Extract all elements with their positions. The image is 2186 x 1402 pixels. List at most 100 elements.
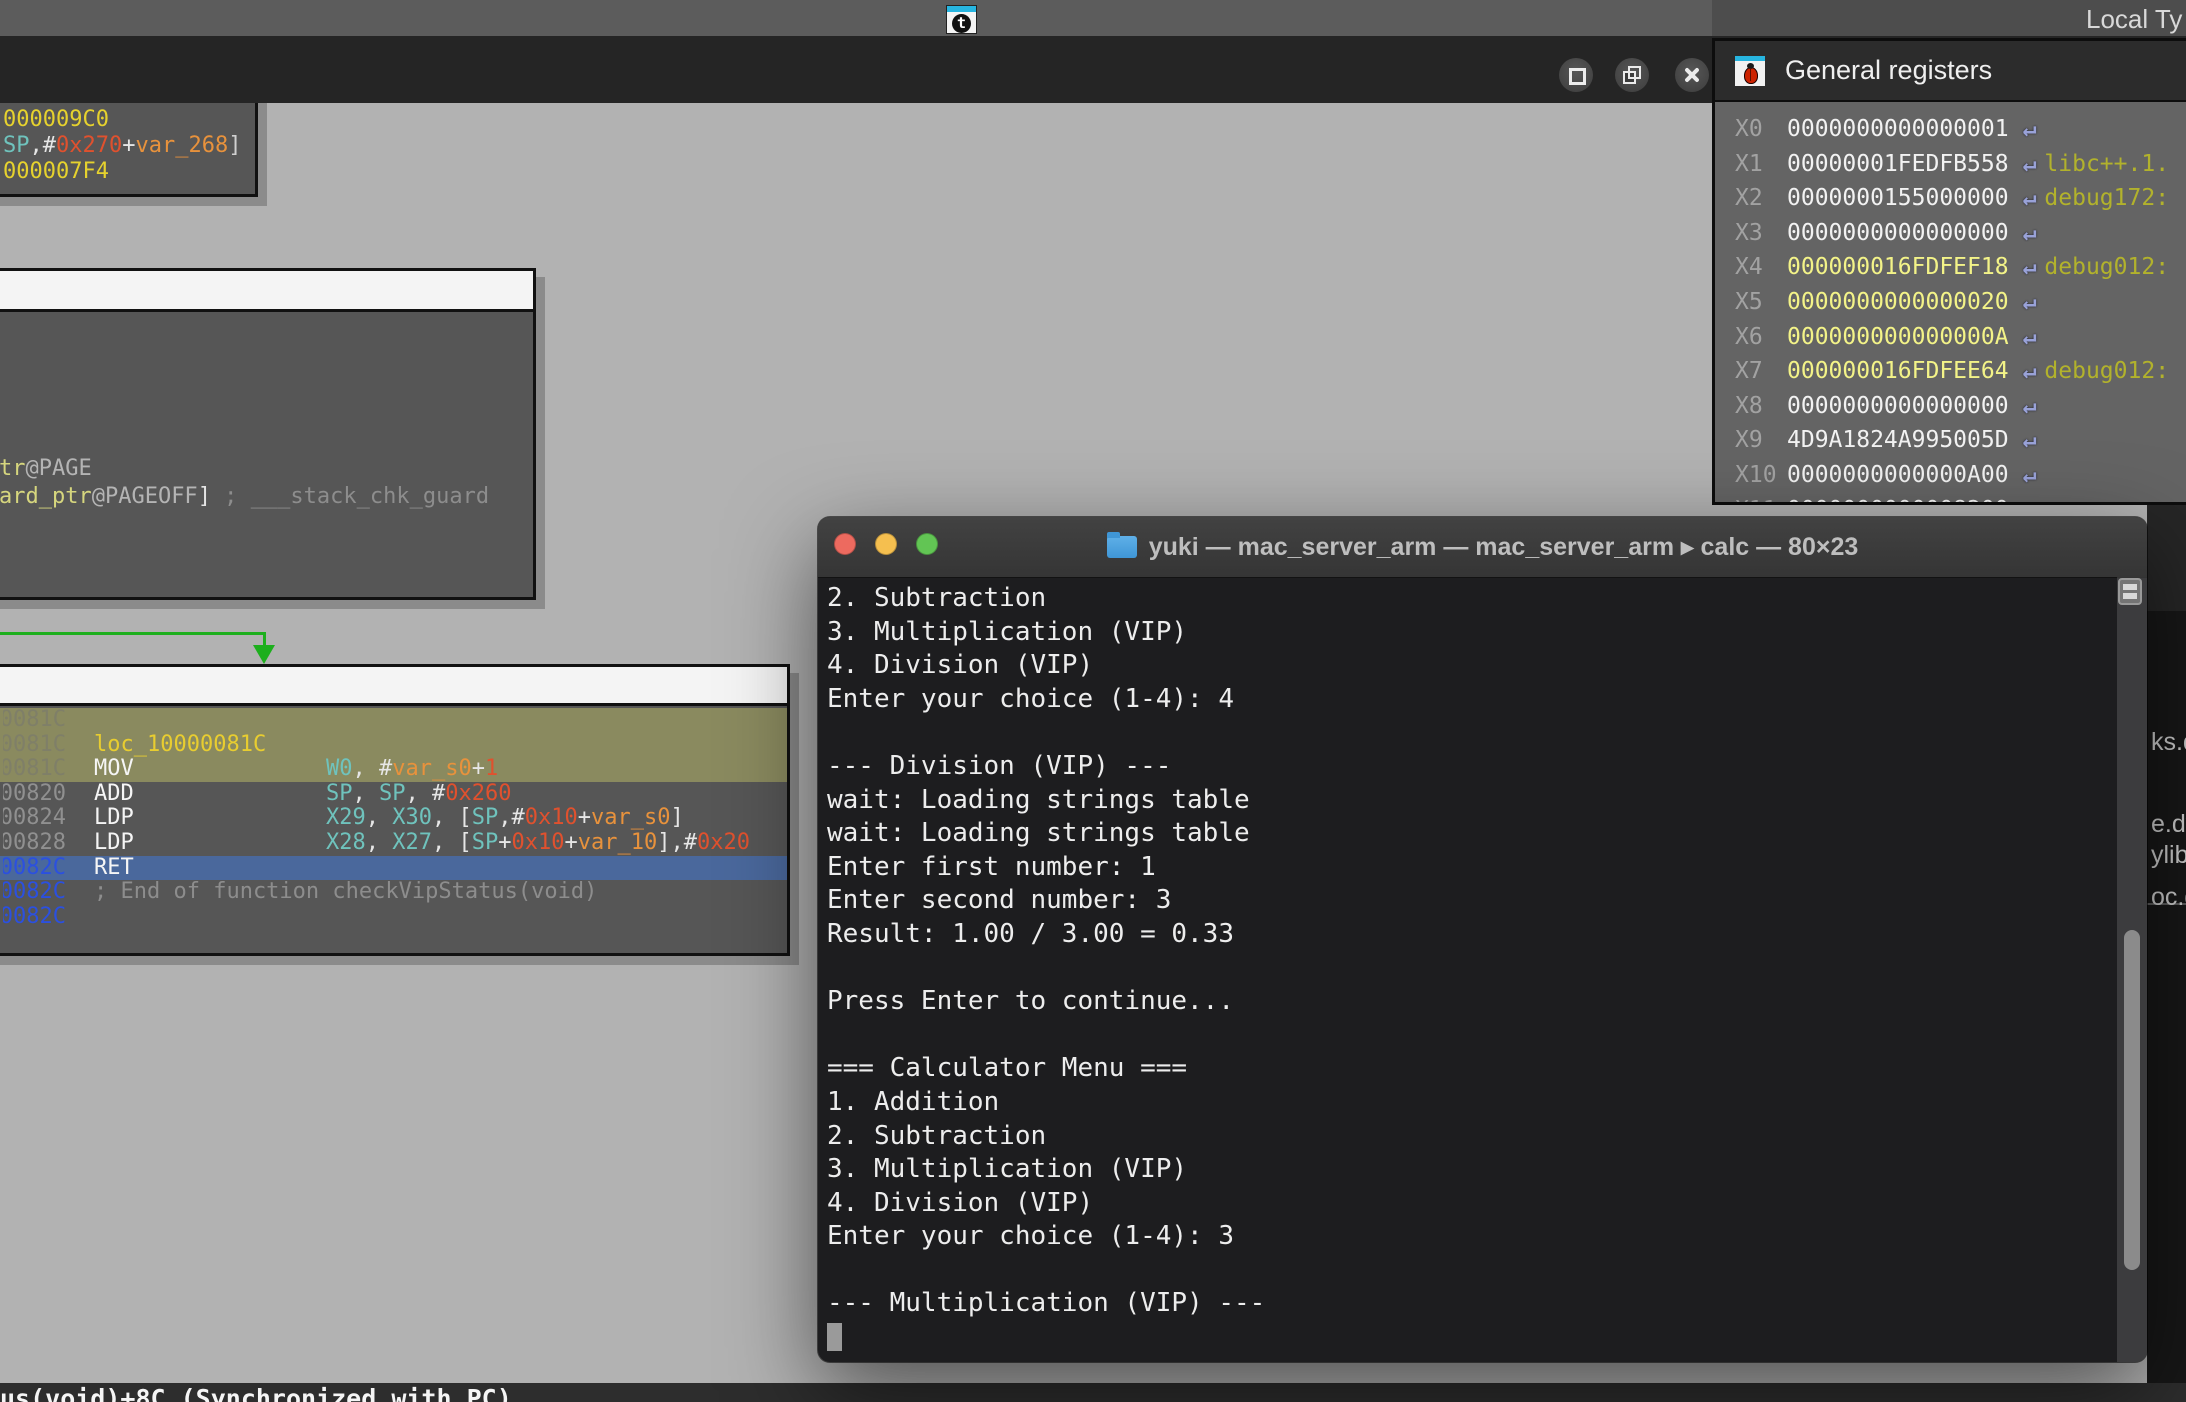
registers-header[interactable]: General registers — [1715, 41, 2186, 102]
terminal-settings-icon[interactable] — [2118, 578, 2142, 605]
node-a-body: 0, X5000009C0SP,#0x270+var_268]000007F4 — [3, 103, 255, 185]
terminal-line: 3. Multiplication (VIP) — [827, 616, 1265, 650]
return-arrow-icon: ↵ — [2023, 427, 2037, 453]
register-row[interactable]: X100000000000000A00↵ — [1715, 458, 2186, 493]
asm-row[interactable]: 00081C — [0, 708, 787, 733]
terminal-line: Enter your choice (1-4): 3 — [827, 1220, 1265, 1254]
module-name-fragment: e.dy — [2151, 810, 2186, 839]
terminal-line: 3. Multiplication (VIP) — [827, 1153, 1265, 1187]
return-arrow-icon: ↵ — [2023, 497, 2037, 505]
return-arrow-icon: ↵ — [2023, 254, 2037, 280]
terminal-line: --- Division (VIP) --- — [827, 750, 1265, 784]
register-row[interactable]: X94D9A1824A995005D↵ — [1715, 423, 2186, 458]
terminal-title: yuki — mac_server_arm — mac_server_arm ▸… — [818, 517, 2147, 577]
screen: t Local Ty 0, X5000009C0SP,#0x270+var_26… — [0, 0, 2186, 1402]
register-row[interactable]: X30000000000000000↵ — [1715, 216, 2186, 251]
asm-line[interactable]: 000009C0 — [3, 107, 255, 133]
terminal-line: === Calculator Menu === — [827, 1052, 1265, 1086]
graph-status-bar: us(void)+8C (Synchronized with PC) — [0, 1383, 2186, 1402]
terminal-line — [827, 1321, 1265, 1355]
terminal-line — [827, 952, 1265, 986]
return-arrow-icon: ↵ — [2023, 151, 2037, 177]
asm-row[interactable]: 00081CMOVW0, #var_s0+1 — [0, 757, 787, 782]
terminal-lines: 2. Subtraction3. Multiplication (VIP)4. … — [827, 582, 1265, 1355]
graph-node-a[interactable]: 0, X5000009C0SP,#0x270+var_268]000007F4 — [0, 103, 258, 197]
module-name-fragment: ylib — [2151, 841, 2186, 870]
debug-bug-icon — [1735, 56, 1765, 86]
graph-edge-green — [0, 632, 266, 635]
return-arrow-icon: ↵ — [2023, 324, 2037, 350]
module-name-fragment: oc.d — [2151, 883, 2186, 912]
tab-icon-letter: t — [952, 14, 971, 33]
register-row[interactable]: X80000000000000000↵ — [1715, 389, 2186, 424]
graph-edge-arrowhead-icon — [253, 645, 275, 664]
terminal-line: 2. Subtraction — [827, 1120, 1265, 1154]
terminal-line: Result: 1.00 / 3.00 = 0.33 — [827, 918, 1265, 952]
terminal-line: 4. Division (VIP) — [827, 1187, 1265, 1221]
register-row[interactable]: X50000000000000020↵ — [1715, 285, 2186, 320]
registers-title: General registers — [1785, 55, 1992, 86]
terminal-line: --- Multiplication (VIP) --- — [827, 1287, 1265, 1321]
terminal-cursor — [827, 1323, 842, 1351]
asm-line[interactable]: ard_ptr@PAGEOFF] ; ___stack_chk_guard — [0, 483, 533, 511]
status-text: us(void)+8C (Synchronized with PC) — [0, 1384, 512, 1402]
register-row[interactable]: X4000000016FDFEF18↵debug012: — [1715, 250, 2186, 285]
terminal-titlebar[interactable]: yuki — mac_server_arm — mac_server_arm ▸… — [818, 517, 2147, 578]
restore-button[interactable] — [1615, 58, 1649, 92]
terminal-line: wait: Loading strings table — [827, 817, 1265, 851]
asm-row[interactable]: 000824LDPX29, X30, [SP,#0x10+var_s0] — [0, 806, 787, 831]
terminal-line: 1. Addition — [827, 1086, 1265, 1120]
registers-list: X00000000000000001↵X100000001FEDFB558↵li… — [1715, 102, 2186, 505]
tab-local-types[interactable]: Local Ty — [2086, 4, 2182, 35]
terminal-scrollbar-thumb[interactable] — [2124, 930, 2140, 1270]
modules-panel: ks.d e.dyylib oc.d — [2147, 505, 2186, 1383]
return-arrow-icon: ↵ — [2023, 358, 2037, 384]
terminal-line — [827, 716, 1265, 750]
asm-row[interactable]: 000828LDPX28, X27, [SP+0x10+var_10],#0x2… — [0, 831, 787, 856]
return-arrow-icon: ↵ — [2023, 393, 2037, 419]
terminal-line: wait: Loading strings table — [827, 784, 1265, 818]
terminal-line — [827, 1254, 1265, 1288]
register-row[interactable]: X100000001FEDFB558↵libc++.1. — [1715, 147, 2186, 182]
asm-row[interactable]: 00082C; End of function checkVipStatus(v… — [0, 880, 787, 905]
graph-node-c[interactable]: 00081C00081Cloc_10000081C00081CMOVW0, #v… — [0, 664, 790, 956]
terminal-body[interactable]: 2. Subtraction3. Multiplication (VIP)4. … — [818, 577, 2147, 1362]
node-c-body: 00081C00081Cloc_10000081C00081CMOVW0, #v… — [0, 706, 787, 929]
node-c-header[interactable] — [0, 667, 787, 706]
node-b-header[interactable] — [0, 271, 533, 312]
return-arrow-icon: ↵ — [2023, 289, 2037, 315]
register-row[interactable]: X00000000000000001↵ — [1715, 112, 2186, 147]
graph-edge-green-stub — [263, 632, 266, 646]
maximize-button[interactable] — [1559, 58, 1593, 92]
return-arrow-icon: ↵ — [2023, 116, 2037, 142]
close-button[interactable] — [1675, 58, 1709, 92]
register-row[interactable]: X110000000000008200↵ — [1715, 493, 2186, 505]
asm-row[interactable]: 00082C — [0, 905, 787, 930]
terminal-line — [827, 1019, 1265, 1053]
return-arrow-icon: ↵ — [2023, 220, 2037, 246]
asm-line[interactable]: SP,#0x270+var_268] — [3, 133, 255, 159]
register-row[interactable]: X20000000155000000↵debug172: — [1715, 181, 2186, 216]
graph-node-b[interactable]: tr@PAGEard_ptr@PAGEOFF] ; ___stack_chk_g… — [0, 268, 536, 600]
register-row[interactable]: X6000000000000000A↵ — [1715, 320, 2186, 355]
asm-row[interactable]: 000820ADDSP, SP, #0x260 — [0, 782, 787, 807]
top-tab-bar: t Local Ty — [0, 0, 2186, 36]
return-arrow-icon: ↵ — [2023, 185, 2037, 211]
return-arrow-icon: ↵ — [2023, 462, 2037, 488]
node-b-body: tr@PAGEard_ptr@PAGEOFF] ; ___stack_chk_g… — [0, 312, 533, 511]
t-document-tab-icon[interactable]: t — [946, 5, 977, 34]
terminal-line: Enter first number: 1 — [827, 851, 1265, 885]
terminal-line: 2. Subtraction — [827, 582, 1265, 616]
terminal-line: Press Enter to continue... — [827, 985, 1265, 1019]
maximize-icon — [1569, 68, 1586, 85]
tab-icon-stripe — [947, 6, 976, 12]
asm-row[interactable]: 00082CRET — [0, 856, 787, 881]
asm-line[interactable]: 000007F4 — [3, 159, 255, 185]
asm-line[interactable]: tr@PAGE — [0, 455, 533, 483]
terminal-window[interactable]: yuki — mac_server_arm — mac_server_arm ▸… — [818, 517, 2147, 1362]
module-name-fragment: ks.d — [2151, 728, 2186, 757]
register-row[interactable]: X7000000016FDFEE64↵debug012: — [1715, 354, 2186, 389]
asm-row[interactable]: 00081Cloc_10000081C — [0, 733, 787, 758]
terminal-line: Enter second number: 3 — [827, 884, 1265, 918]
folder-icon — [1107, 536, 1137, 558]
